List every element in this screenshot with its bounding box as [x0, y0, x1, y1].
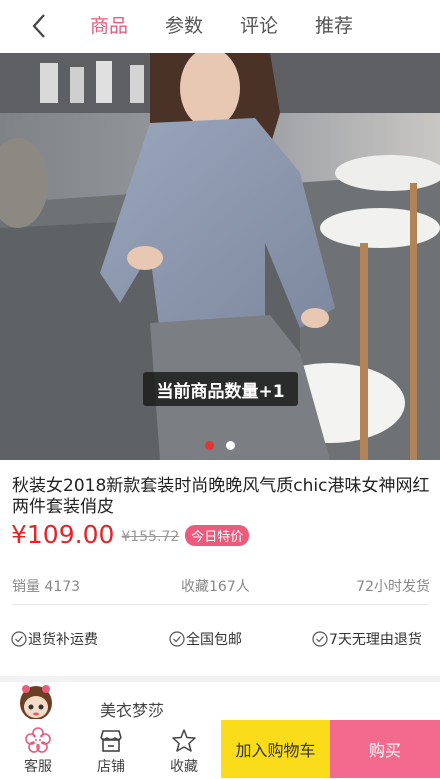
store-icon: [100, 730, 122, 752]
divider: [12, 604, 429, 605]
star-icon: [172, 729, 196, 752]
guarantee-item: 退货补运费: [11, 629, 98, 649]
current-price: ¥109.00: [11, 519, 115, 549]
shop-avatar[interactable]: [14, 679, 58, 723]
guarantee-label: 退货补运费: [28, 632, 98, 648]
customer-service-button[interactable]: 客服: [12, 719, 64, 779]
special-offer-badge: 今日特价: [185, 524, 250, 546]
tab-params[interactable]: 参数: [165, 0, 203, 53]
buy-button[interactable]: 购买: [330, 720, 440, 778]
tab-reviews[interactable]: 评论: [240, 0, 278, 53]
price-row: ¥109.00 ¥155.72 今日特价: [11, 517, 250, 551]
tab-recommend[interactable]: 推荐: [315, 0, 353, 53]
tab-product[interactable]: 商品: [90, 0, 128, 53]
guarantee-label: 7天无理由退货: [329, 632, 422, 648]
cartoon-girl-icon: [20, 685, 52, 720]
carousel-dot-1[interactable]: [205, 441, 214, 450]
service-label: 客服: [24, 759, 52, 775]
carousel-dot-2[interactable]: [226, 441, 235, 450]
check-circle-icon: [169, 631, 185, 647]
store-label: 店铺: [97, 759, 125, 775]
original-price: ¥155.72: [121, 529, 180, 545]
shop-name[interactable]: 美衣梦莎: [100, 697, 164, 721]
guarantee-item: 7天无理由退货: [312, 629, 422, 649]
tab-bar: 商品 参数 评论 推荐: [90, 0, 390, 53]
section-divider: [0, 676, 440, 682]
sales-count: 销量 4173: [12, 579, 81, 595]
carousel-indicator: [0, 441, 440, 451]
guarantee-item: 全国包邮: [169, 629, 242, 649]
chevron-left-icon: [32, 14, 45, 38]
bottom-action-bar: 客服 店铺 收藏 加入购物车 购买: [0, 719, 440, 779]
flower-service-icon: [25, 727, 51, 753]
product-title: 秋装女2018新款套装时尚晚晚风气质chic港味女神网红两件套装俏皮: [12, 476, 430, 517]
check-circle-icon: [312, 631, 328, 647]
favorite-label: 收藏: [170, 759, 198, 775]
guarantee-label: 全国包邮: [186, 632, 242, 648]
back-button[interactable]: [24, 11, 54, 41]
service-guarantees: 退货补运费 全国包邮 7天无理由退货: [11, 629, 431, 649]
toast-message: 当前商品数量+1: [143, 372, 298, 406]
product-stats: 销量 4173 收藏167人 72小时发货: [12, 576, 430, 596]
store-button[interactable]: 店铺: [85, 719, 137, 779]
top-nav: 商品 参数 评论 推荐: [0, 0, 440, 53]
shipping-time: 72小时发货: [356, 579, 430, 595]
check-circle-icon: [11, 631, 27, 647]
add-to-cart-button[interactable]: 加入购物车: [221, 720, 330, 778]
favorite-count: 收藏167人: [181, 579, 250, 595]
favorite-button[interactable]: 收藏: [158, 719, 210, 779]
